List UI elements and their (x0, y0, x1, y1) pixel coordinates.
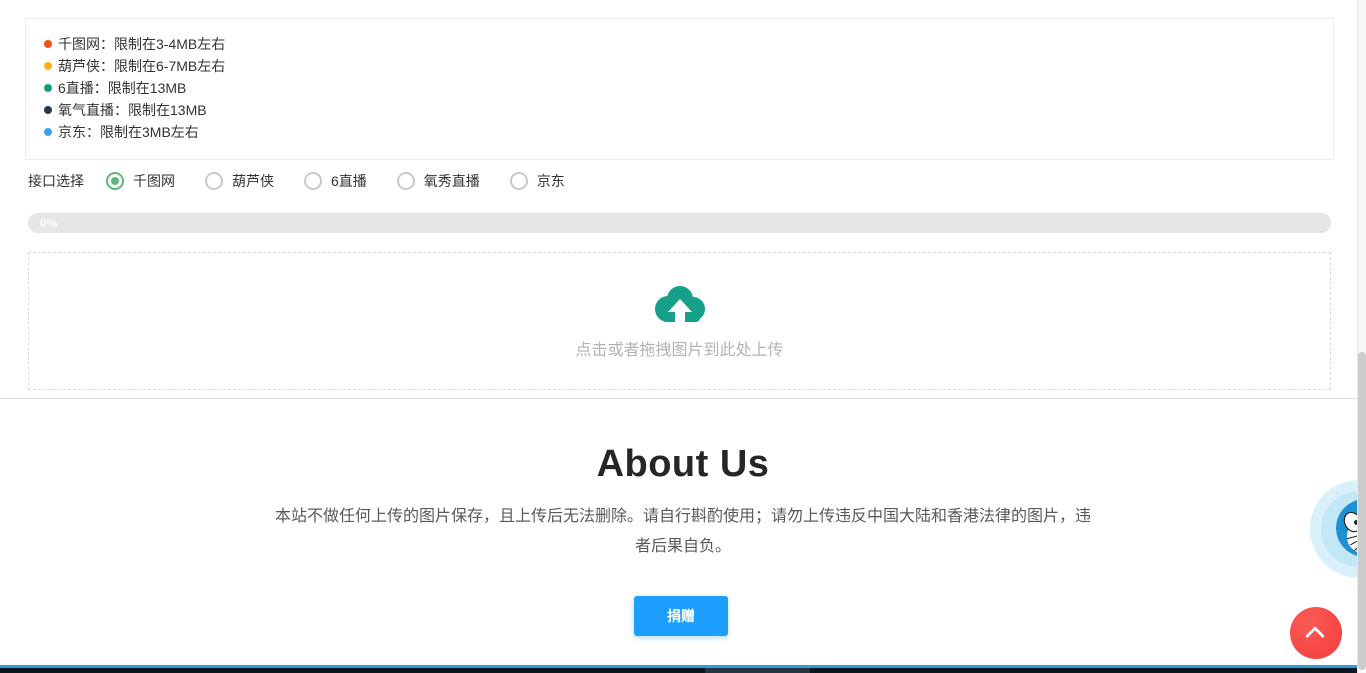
radio-label: 6直播 (331, 171, 367, 191)
radio-qiantuwang[interactable]: 千图网 (106, 171, 175, 191)
about-title: About Us (0, 443, 1366, 486)
limit-text: 千图网：限制在3-4MB左右 (58, 34, 225, 54)
list-item: 京东：限制在3MB左右 (44, 121, 1315, 143)
upload-progress-bar: 0% (28, 213, 1331, 233)
limit-text: 京东：限制在3MB左右 (58, 122, 199, 142)
radio-yangxiuzhibo[interactable]: 氧秀直播 (397, 171, 480, 191)
bullet-dot-icon (44, 40, 52, 48)
list-item: 葫芦侠：限制在6-7MB左右 (44, 55, 1315, 77)
api-selector-label: 接口选择 (28, 171, 84, 191)
radio-icon (510, 172, 528, 190)
upload-limits-panel: 千图网：限制在3-4MB左右 葫芦侠：限制在6-7MB左右 6直播：限制在13M… (25, 18, 1334, 160)
section-divider (0, 398, 1366, 399)
list-item: 氧气直播：限制在13MB (44, 99, 1315, 121)
bullet-dot-icon (44, 84, 52, 92)
radio-huluxia[interactable]: 葫芦侠 (205, 171, 274, 191)
scrollbar-thumb[interactable] (1358, 352, 1366, 670)
donate-button[interactable]: 捐赠 (634, 596, 728, 636)
radio-label: 氧秀直播 (424, 171, 480, 191)
footer-bar-segment (705, 668, 810, 673)
upload-dropzone[interactable]: 点击或者拖拽图片到此处上传 (28, 252, 1331, 390)
limit-text: 氧气直播：限制在13MB (58, 100, 207, 120)
list-item: 6直播：限制在13MB (44, 77, 1315, 99)
radio-icon (304, 172, 322, 190)
radio-label: 千图网 (133, 171, 175, 191)
radio-jingdong[interactable]: 京东 (510, 171, 565, 191)
cloud-upload-icon (648, 282, 712, 328)
radio-label: 京东 (537, 171, 565, 191)
footer-bar (0, 668, 1366, 673)
bullet-dot-icon (44, 128, 52, 136)
limit-text: 葫芦侠：限制在6-7MB左右 (58, 56, 225, 76)
radio-icon (106, 172, 124, 190)
bullet-dot-icon (44, 62, 52, 70)
radio-6zhibo[interactable]: 6直播 (304, 171, 367, 191)
list-item: 千图网：限制在3-4MB左右 (44, 33, 1315, 55)
radio-icon (205, 172, 223, 190)
limit-text: 6直播：限制在13MB (58, 78, 186, 98)
progress-percent-label: 0% (40, 213, 57, 233)
back-to-top-button[interactable] (1290, 607, 1342, 659)
upload-limits-list: 千图网：限制在3-4MB左右 葫芦侠：限制在6-7MB左右 6直播：限制在13M… (44, 33, 1315, 143)
radio-label: 葫芦侠 (232, 171, 274, 191)
bullet-dot-icon (44, 106, 52, 114)
chevron-up-icon (1305, 626, 1325, 646)
api-selector: 接口选择 千图网 葫芦侠 6直播 氧秀直播 京东 (28, 169, 595, 193)
page: 千图网：限制在3-4MB左右 葫芦侠：限制在6-7MB左右 6直播：限制在13M… (0, 0, 1366, 673)
radio-icon (397, 172, 415, 190)
about-body-text: 本站不做任何上传的图片保存，且上传后无法删除。请自行斟酌使用；请勿上传违反中国大… (273, 502, 1093, 562)
upload-hint-text: 点击或者拖拽图片到此处上传 (575, 336, 783, 360)
